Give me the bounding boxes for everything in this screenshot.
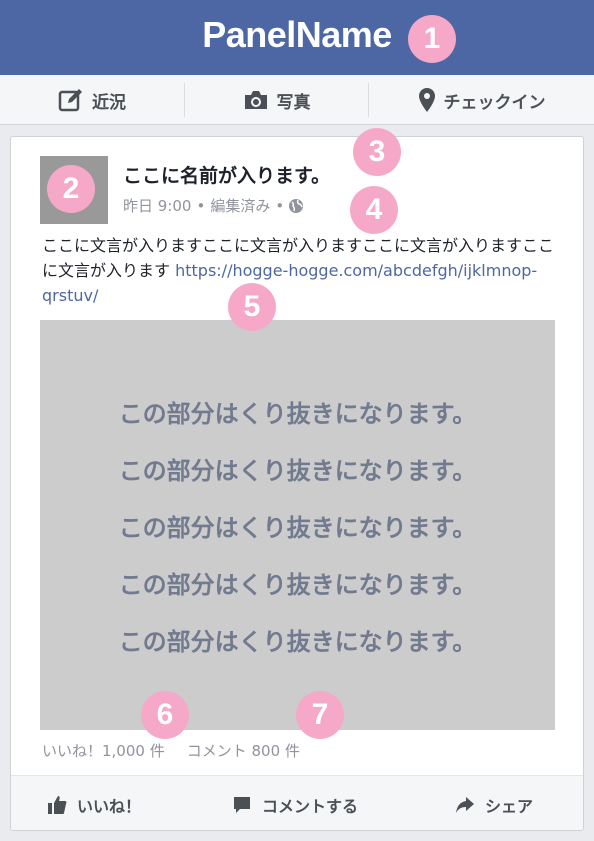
crop-text: この部分はくり抜きになります。 (118, 628, 477, 656)
annotation-badge-4: 4 (350, 186, 398, 234)
meta-separator: • (196, 196, 206, 215)
share-arrow-icon (456, 796, 474, 813)
status-update-button[interactable]: 近況 (0, 75, 184, 125)
location-pin-icon (418, 88, 435, 112)
edit-icon (58, 89, 82, 112)
check-in-label: チェックイン (443, 92, 546, 113)
comment-icon (234, 796, 250, 813)
globe-icon[interactable] (288, 198, 304, 214)
crop-text: この部分はくり抜きになります。 (118, 514, 477, 542)
crop-text: この部分はくり抜きになります。 (118, 457, 477, 485)
like-count[interactable]: いいね！1,000 件 (42, 742, 165, 760)
camera-icon (244, 91, 267, 109)
comment-label: コメントする (262, 796, 359, 816)
comment-button[interactable]: コメントする (232, 776, 359, 830)
annotation-badge-5: 5 (228, 283, 276, 331)
comment-count[interactable]: コメント 800 件 (187, 742, 300, 760)
share-button[interactable]: シェア (455, 776, 534, 830)
post-body: ここに文言が入りますここに文言が入りますここに文言が入りますここに文言が入ります… (42, 233, 558, 308)
check-in-button[interactable]: チェックイン (369, 75, 594, 125)
annotation-badge-1: 1 (408, 15, 456, 63)
status-update-label: 近況 (92, 92, 126, 113)
post-meta: 昨日 9:00 • 編集済み • (123, 195, 304, 216)
reaction-counts: いいね！1,000 件 コメント 800 件 (42, 740, 300, 761)
post-time[interactable]: 昨日 9:00 (123, 195, 191, 216)
crop-area: この部分はくり抜きになります。 この部分はくり抜きになります。 この部分はくり抜… (40, 320, 555, 730)
thumbs-up-icon (48, 795, 67, 814)
annotation-badge-6: 6 (141, 691, 189, 739)
post-card: ここに名前が入ります。 昨日 9:00 • 編集済み • ここに文言が入りますこ… (10, 136, 584, 831)
crop-text: この部分はくり抜きになります。 (118, 400, 477, 428)
crop-text: この部分はくり抜きになります。 (118, 571, 477, 599)
annotation-badge-3: 3 (353, 128, 401, 176)
annotation-badge-7: 7 (296, 691, 344, 739)
composer-action-bar: 近況 写真 チェックイン (0, 75, 594, 125)
photo-button[interactable]: 写真 (185, 75, 368, 125)
meta-separator: • (275, 196, 285, 215)
panel-title: PanelName (202, 14, 392, 55)
app-header: PanelName (0, 0, 594, 75)
share-label: シェア (485, 796, 534, 816)
edited-label[interactable]: 編集済み (210, 195, 270, 216)
poster-name[interactable]: ここに名前が入ります。 (123, 161, 330, 188)
photo-label: 写真 (276, 92, 311, 113)
like-label: いいね！ (77, 796, 142, 816)
like-button[interactable]: いいね！ (47, 776, 142, 830)
annotation-badge-2: 2 (47, 165, 95, 213)
post-action-bar: いいね！ コメントする シェア (11, 775, 583, 830)
